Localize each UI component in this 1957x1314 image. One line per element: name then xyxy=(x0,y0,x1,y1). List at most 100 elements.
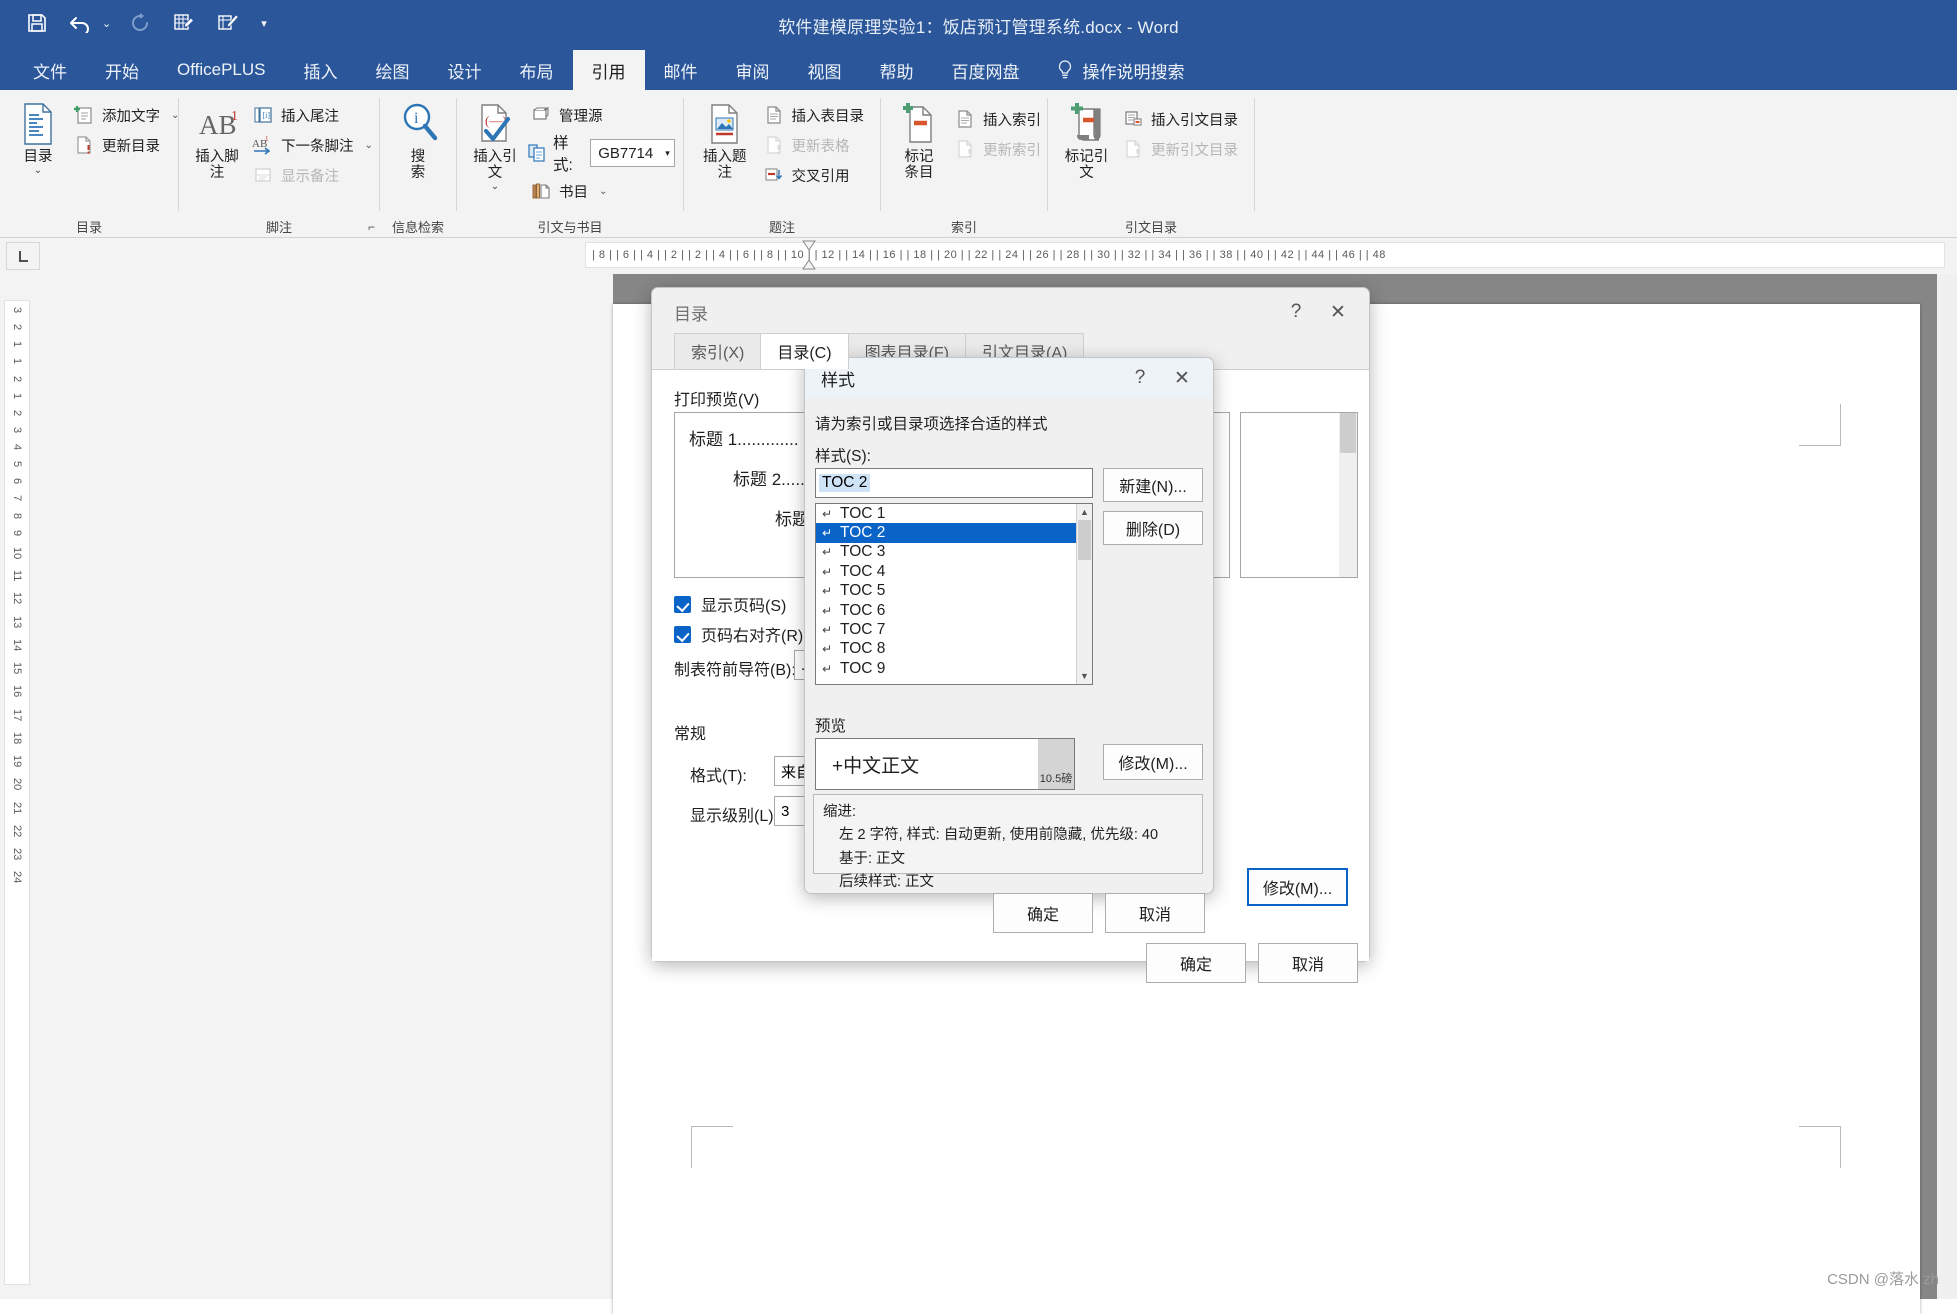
insert-index-button[interactable]: 插入索引 xyxy=(951,105,1047,133)
next-footnote-button[interactable]: AB 1 下一条脚注 ⌄ xyxy=(249,131,379,159)
tab-leader-label: 制表符前导符(B): xyxy=(674,662,796,679)
style-modify-button[interactable]: 修改(M)... xyxy=(1103,744,1203,780)
style-ok-button[interactable]: 确定 xyxy=(993,893,1093,933)
mark-citation-button[interactable]: 标记引文 xyxy=(1058,99,1115,183)
chevron-down-icon[interactable]: ⌄ xyxy=(34,166,42,176)
tab-references[interactable]: 引用 xyxy=(572,50,645,90)
help-icon[interactable]: ? xyxy=(1119,361,1161,395)
tab-help[interactable]: 帮助 xyxy=(861,50,933,90)
dialog-tab-index[interactable]: 索引(X) xyxy=(674,333,762,369)
update-toc-button[interactable]: 更新目录 xyxy=(70,131,185,159)
cross-reference-button[interactable]: 交叉引用 xyxy=(760,161,871,189)
checkbox-icon xyxy=(674,625,691,643)
tab-design[interactable]: 设计 xyxy=(429,50,501,90)
insert-index-label: 插入索引 xyxy=(983,112,1041,129)
close-icon[interactable]: ✕ xyxy=(1317,295,1359,329)
footnotes-dialog-launcher-icon[interactable]: ⌐ xyxy=(368,220,375,234)
tab-view[interactable]: 视图 xyxy=(789,50,861,90)
help-icon[interactable]: ? xyxy=(1275,295,1317,329)
ribbon-group-label-citations: 引文与书目 xyxy=(537,219,603,235)
close-icon[interactable]: ✕ xyxy=(1161,361,1203,395)
left-pane xyxy=(0,274,613,1299)
list-item[interactable]: ↵ TOC 9 xyxy=(816,659,1092,678)
scroll-thumb[interactable] xyxy=(1078,520,1091,560)
tab-officeplus[interactable]: OfficePLUS xyxy=(158,50,285,90)
toc-ok-button[interactable]: 确定 xyxy=(1146,943,1246,983)
style-dialog-titlebar: 样式 ? ✕ xyxy=(805,358,1213,398)
next-footnote-label: 下一条脚注 xyxy=(281,138,354,155)
mark-entry-button[interactable]: 标记条目 xyxy=(891,99,947,183)
style-listbox[interactable]: ↵ TOC 1 ↵ TOC 2 ↵ TOC 3 ↵ TOC 4 ↵ TOC 5 ↵ TOC … xyxy=(815,503,1093,685)
web-preview-scrollbar[interactable] xyxy=(1339,413,1357,577)
insert-table-of-figures-button[interactable]: 插入表目录 xyxy=(760,101,871,129)
add-text-button[interactable]: 添加文字 ⌄ xyxy=(70,101,185,129)
insert-caption-button[interactable]: 插入题注 xyxy=(694,99,756,183)
show-page-numbers-checkbox[interactable]: 显示页码(S) xyxy=(674,592,786,616)
chevron-down-icon[interactable]: ⌄ xyxy=(491,182,499,192)
save-icon[interactable] xyxy=(22,8,52,38)
undo-dropdown-icon[interactable]: ⌄ xyxy=(102,17,111,30)
chevron-down-icon[interactable]: ⌄ xyxy=(365,140,373,151)
insert-table-of-authorities-button[interactable]: 插入引文目录 xyxy=(1119,105,1244,133)
style-list-scrollbar[interactable]: ▲ ▼ xyxy=(1076,504,1092,684)
insert-citation-button[interactable]: (—) 插入引文 ⌄ xyxy=(467,99,523,193)
vertical-scrollbar[interactable] xyxy=(1937,274,1957,1299)
chevron-down-icon[interactable]: ⌄ xyxy=(599,186,607,197)
toc-modify-button[interactable]: 修改(M)... xyxy=(1247,868,1348,906)
chevron-down-icon[interactable]: ▾ xyxy=(665,148,670,159)
tab-insert[interactable]: 插入 xyxy=(285,50,357,90)
tab-mailings[interactable]: 邮件 xyxy=(645,50,717,90)
edit-icon[interactable] xyxy=(213,8,243,38)
vruler-tick: 21 xyxy=(11,801,23,814)
indent-markers[interactable] xyxy=(800,238,818,274)
list-item[interactable]: ↵ TOC 4 xyxy=(816,562,1092,581)
toc-cancel-button[interactable]: 取消 xyxy=(1258,943,1358,983)
tab-baidu-netdisk[interactable]: 百度网盘 xyxy=(933,50,1039,90)
citation-style-combobox[interactable]: GB7714 ▾ xyxy=(590,139,675,167)
list-item[interactable]: ↵ TOC 7 xyxy=(816,620,1092,639)
toc-button[interactable]: 目录 ⌄ xyxy=(10,99,66,177)
citation-style-row: 样式: GB7714 ▾ xyxy=(527,131,675,175)
ribbon-group-label-table-of-authorities: 引文目录 xyxy=(1124,219,1177,235)
research-search-button[interactable]: i 搜索 xyxy=(390,99,446,183)
style-cancel-button[interactable]: 取消 xyxy=(1105,893,1205,933)
list-item[interactable]: ↵ TOC 3 xyxy=(816,543,1092,562)
list-item[interactable]: ↵ TOC 5 xyxy=(816,582,1092,601)
quick-print-icon[interactable] xyxy=(169,8,199,38)
scroll-down-icon[interactable]: ▼ xyxy=(1077,668,1092,684)
bibliography-icon xyxy=(530,180,552,202)
style-preview-text: +中文正文 xyxy=(832,755,920,777)
update-toc-label: 更新目录 xyxy=(102,138,160,155)
list-item[interactable]: ↵ TOC 2 xyxy=(816,523,1092,543)
tab-file[interactable]: 文件 xyxy=(14,50,86,90)
lightbulb-icon xyxy=(1057,60,1073,80)
undo-icon[interactable] xyxy=(66,8,96,38)
list-item[interactable]: ↵ TOC 8 xyxy=(816,640,1092,659)
tab-draw[interactable]: 绘图 xyxy=(357,50,429,90)
tab-home[interactable]: 开始 xyxy=(86,50,158,90)
list-item-label: TOC 9 xyxy=(840,659,886,677)
web-preview-scroll-thumb[interactable] xyxy=(1340,413,1356,453)
tab-layout[interactable]: 布局 xyxy=(501,50,573,90)
new-style-button[interactable]: 新建(N)... xyxy=(1103,468,1203,502)
insert-endnote-button[interactable]: [i] 插入尾注 xyxy=(249,101,379,129)
horizontal-ruler[interactable]: | 8 | | 6 | | 4 | | 2 | | 2 | | 4 | | 6 … xyxy=(585,242,1945,268)
toc-icon xyxy=(17,101,59,147)
customize-qat-icon[interactable]: ▾ xyxy=(261,17,267,30)
list-item[interactable]: ↵ TOC 1 xyxy=(816,504,1092,523)
list-item-label: TOC 3 xyxy=(840,543,886,561)
margin-mark-bottom-right xyxy=(1799,1126,1841,1168)
tab-stop-selector[interactable] xyxy=(6,242,40,270)
delete-style-button[interactable]: 删除(D) xyxy=(1103,511,1203,545)
tab-review[interactable]: 审阅 xyxy=(717,50,789,90)
bibliography-button[interactable]: 书目 ⌄ xyxy=(527,177,675,205)
vertical-ruler[interactable]: 3 2 1 1 2 1 2 3 4 5 6 7 8 9 10 11 12 13 … xyxy=(4,300,30,1285)
insert-footnote-button[interactable]: AB 1 插入脚注 xyxy=(189,99,245,183)
list-item[interactable]: ↵ TOC 6 xyxy=(816,601,1092,620)
tell-me-search[interactable]: 操作说明搜索 xyxy=(1039,50,1203,90)
right-align-page-numbers-checkbox[interactable]: 页码右对齐(R) xyxy=(674,622,803,646)
scroll-up-icon[interactable]: ▲ xyxy=(1077,504,1092,520)
style-name-input[interactable]: TOC 2 xyxy=(815,468,1093,498)
dialog-tab-toc[interactable]: 目录(C) xyxy=(760,333,849,369)
manage-sources-button[interactable]: 管理源 xyxy=(527,101,675,129)
